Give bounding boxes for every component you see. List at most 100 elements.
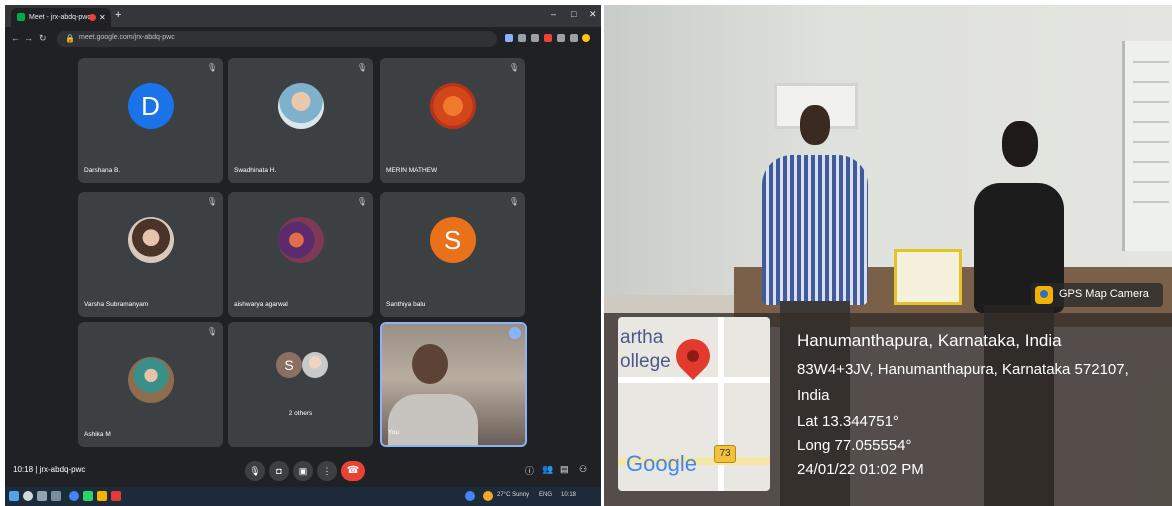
new-tab-icon[interactable]: + bbox=[115, 9, 121, 21]
app-icon[interactable] bbox=[111, 491, 121, 501]
participant-tile-others[interactable]: S 2 others bbox=[228, 322, 373, 447]
man-shirt bbox=[762, 155, 868, 305]
self-video-body bbox=[388, 394, 478, 445]
weather-icon bbox=[483, 491, 493, 501]
more-options-icon[interactable] bbox=[509, 327, 521, 339]
participant-tile[interactable]: 🎙 Varsha Subramanyam bbox=[78, 192, 223, 317]
share-icon[interactable] bbox=[518, 34, 526, 42]
mini-map: artha ollege Google 73 bbox=[618, 317, 770, 491]
latitude: Lat 13.344751° bbox=[797, 413, 899, 430]
participant-tile[interactable]: 🎙 S Santhiya balu bbox=[380, 192, 525, 317]
map-label: ollege bbox=[620, 351, 671, 372]
back-icon[interactable]: ← bbox=[11, 33, 20, 43]
camera-icon[interactable] bbox=[505, 34, 513, 42]
close-window-icon[interactable]: ✕ bbox=[589, 9, 597, 20]
minimize-icon[interactable]: – bbox=[551, 9, 556, 19]
mic-button[interactable]: 🎙 bbox=[245, 461, 265, 481]
task-view-icon[interactable] bbox=[37, 491, 47, 501]
present-button[interactable]: ▣ bbox=[293, 461, 313, 481]
windows-start-icon[interactable] bbox=[9, 491, 19, 501]
certificate bbox=[894, 249, 962, 305]
sidebar-icon[interactable] bbox=[570, 34, 578, 42]
maximize-icon[interactable]: □ bbox=[571, 9, 576, 19]
participant-tile[interactable]: 🎙 MERIN MATHEW bbox=[380, 58, 525, 183]
participant-name: You bbox=[388, 429, 399, 436]
address-line-1: 83W4+3JV, Hanumanthapura, Karnataka 5721… bbox=[797, 361, 1129, 378]
avatar: D bbox=[127, 83, 174, 129]
url-text: meet.google.com/jrx-abdq-pwc bbox=[79, 34, 175, 41]
mic-muted-icon: 🎙 bbox=[356, 197, 367, 206]
reload-icon[interactable]: ↻ bbox=[39, 33, 47, 44]
app-name: GPS Map Camera bbox=[1059, 288, 1149, 300]
language-indicator[interactable]: ENG bbox=[539, 492, 552, 498]
activities-icon[interactable]: ⚇ bbox=[579, 464, 587, 475]
camera-button[interactable]: ◘ bbox=[269, 461, 289, 481]
participant-tile[interactable]: 🎙 Ashika M bbox=[78, 322, 223, 447]
avatar bbox=[127, 357, 174, 403]
address-bar[interactable]: 🔒 meet.google.com/jrx-abdq-pwc bbox=[57, 31, 497, 47]
map-pin-icon bbox=[1035, 286, 1053, 304]
man-head bbox=[800, 105, 830, 145]
avatar: S bbox=[276, 352, 302, 378]
mic-muted-icon: 🎙 bbox=[206, 197, 217, 206]
info-icon[interactable]: ⓘ bbox=[525, 464, 534, 477]
road-shield: 73 bbox=[714, 445, 736, 463]
puzzle-icon[interactable] bbox=[557, 34, 565, 42]
chrome-icon[interactable] bbox=[69, 491, 79, 501]
mic-muted-icon: 🎙 bbox=[206, 327, 217, 336]
map-label: artha bbox=[620, 327, 664, 348]
extension-icon[interactable] bbox=[544, 34, 552, 42]
avatar bbox=[277, 83, 324, 129]
chat-icon[interactable]: ▤ bbox=[560, 464, 569, 475]
participant-name: Swadhinata H. bbox=[234, 167, 277, 174]
address-bar-row: ← → ↻ 🔒 meet.google.com/jrx-abdq-pwc bbox=[5, 27, 601, 51]
people-icon[interactable]: 👥 bbox=[542, 464, 553, 475]
location-title: Hanumanthapura, Karnataka, India bbox=[797, 331, 1062, 350]
participant-name: aishwarya agarwal bbox=[234, 301, 288, 308]
wall bbox=[604, 5, 1172, 305]
close-tab-icon[interactable]: ✕ bbox=[99, 8, 106, 27]
mic-muted-icon: 🎙 bbox=[206, 63, 217, 72]
search-icon[interactable] bbox=[23, 491, 33, 501]
taskbar-clock[interactable]: 10:18 bbox=[561, 492, 576, 498]
participant-name: MERIN MATHEW bbox=[386, 167, 438, 174]
mic-muted-icon: 🎙 bbox=[508, 197, 519, 206]
leave-call-button[interactable]: ☎ bbox=[341, 461, 365, 481]
avatar bbox=[277, 217, 324, 263]
longitude: Long 77.055554° bbox=[797, 437, 912, 454]
tab-title: Meet - jrx-abdq-pwc bbox=[29, 14, 91, 21]
more-button[interactable]: ⋮ bbox=[317, 461, 337, 481]
avatar bbox=[302, 352, 328, 378]
weather-text[interactable]: 27°C Sunny bbox=[497, 492, 529, 498]
timestamp: 24/01/22 01:02 PM bbox=[797, 461, 924, 478]
windows-taskbar: 27°C Sunny ENG 10:18 bbox=[5, 487, 601, 506]
participant-name: Ashika M bbox=[84, 431, 111, 438]
forward-icon[interactable]: → bbox=[24, 33, 33, 43]
meet-control-bar: 10:18 | jrx-abdq-pwc 🎙 ◘ ▣ ⋮ ☎ ⓘ 👥 ▤ ⚇ bbox=[5, 455, 601, 487]
browser-tab-meet[interactable]: Meet - jrx-abdq-pwc ✕ bbox=[11, 8, 111, 27]
profile-avatar[interactable] bbox=[582, 34, 590, 42]
mic-muted-icon: 🎙 bbox=[508, 63, 519, 72]
tray-icon[interactable] bbox=[465, 491, 475, 501]
browser-tab-bar: Meet - jrx-abdq-pwc ✕ + – □ ✕ bbox=[5, 5, 601, 27]
address-line-2: India bbox=[797, 387, 830, 404]
participant-tile[interactable]: 🎙 Swadhinata H. bbox=[228, 58, 373, 183]
participant-name: Darshana B. bbox=[84, 167, 121, 174]
location-pin-icon bbox=[668, 331, 718, 381]
woman-head bbox=[1002, 121, 1038, 167]
participant-tile[interactable]: 🎙 D Darshana B. bbox=[78, 58, 223, 183]
lock-icon: 🔒 bbox=[65, 34, 75, 43]
gps-photo: GPS Map Camera artha ollege Google 73 Ha… bbox=[604, 5, 1172, 506]
avatar: S bbox=[429, 217, 476, 263]
mic-muted-icon: 🎙 bbox=[356, 63, 367, 72]
gps-map-camera-badge: GPS Map Camera bbox=[1031, 283, 1163, 307]
self-video-head bbox=[412, 344, 448, 384]
self-view-tile[interactable]: You bbox=[380, 322, 527, 447]
whatsapp-icon[interactable] bbox=[83, 491, 93, 501]
explorer-icon[interactable] bbox=[97, 491, 107, 501]
participant-name: 2 others bbox=[288, 410, 313, 417]
star-icon[interactable] bbox=[531, 34, 539, 42]
participant-tile[interactable]: 🎙 aishwarya agarwal bbox=[228, 192, 373, 317]
google-logo: Google bbox=[626, 451, 697, 476]
widgets-icon[interactable] bbox=[51, 491, 61, 501]
